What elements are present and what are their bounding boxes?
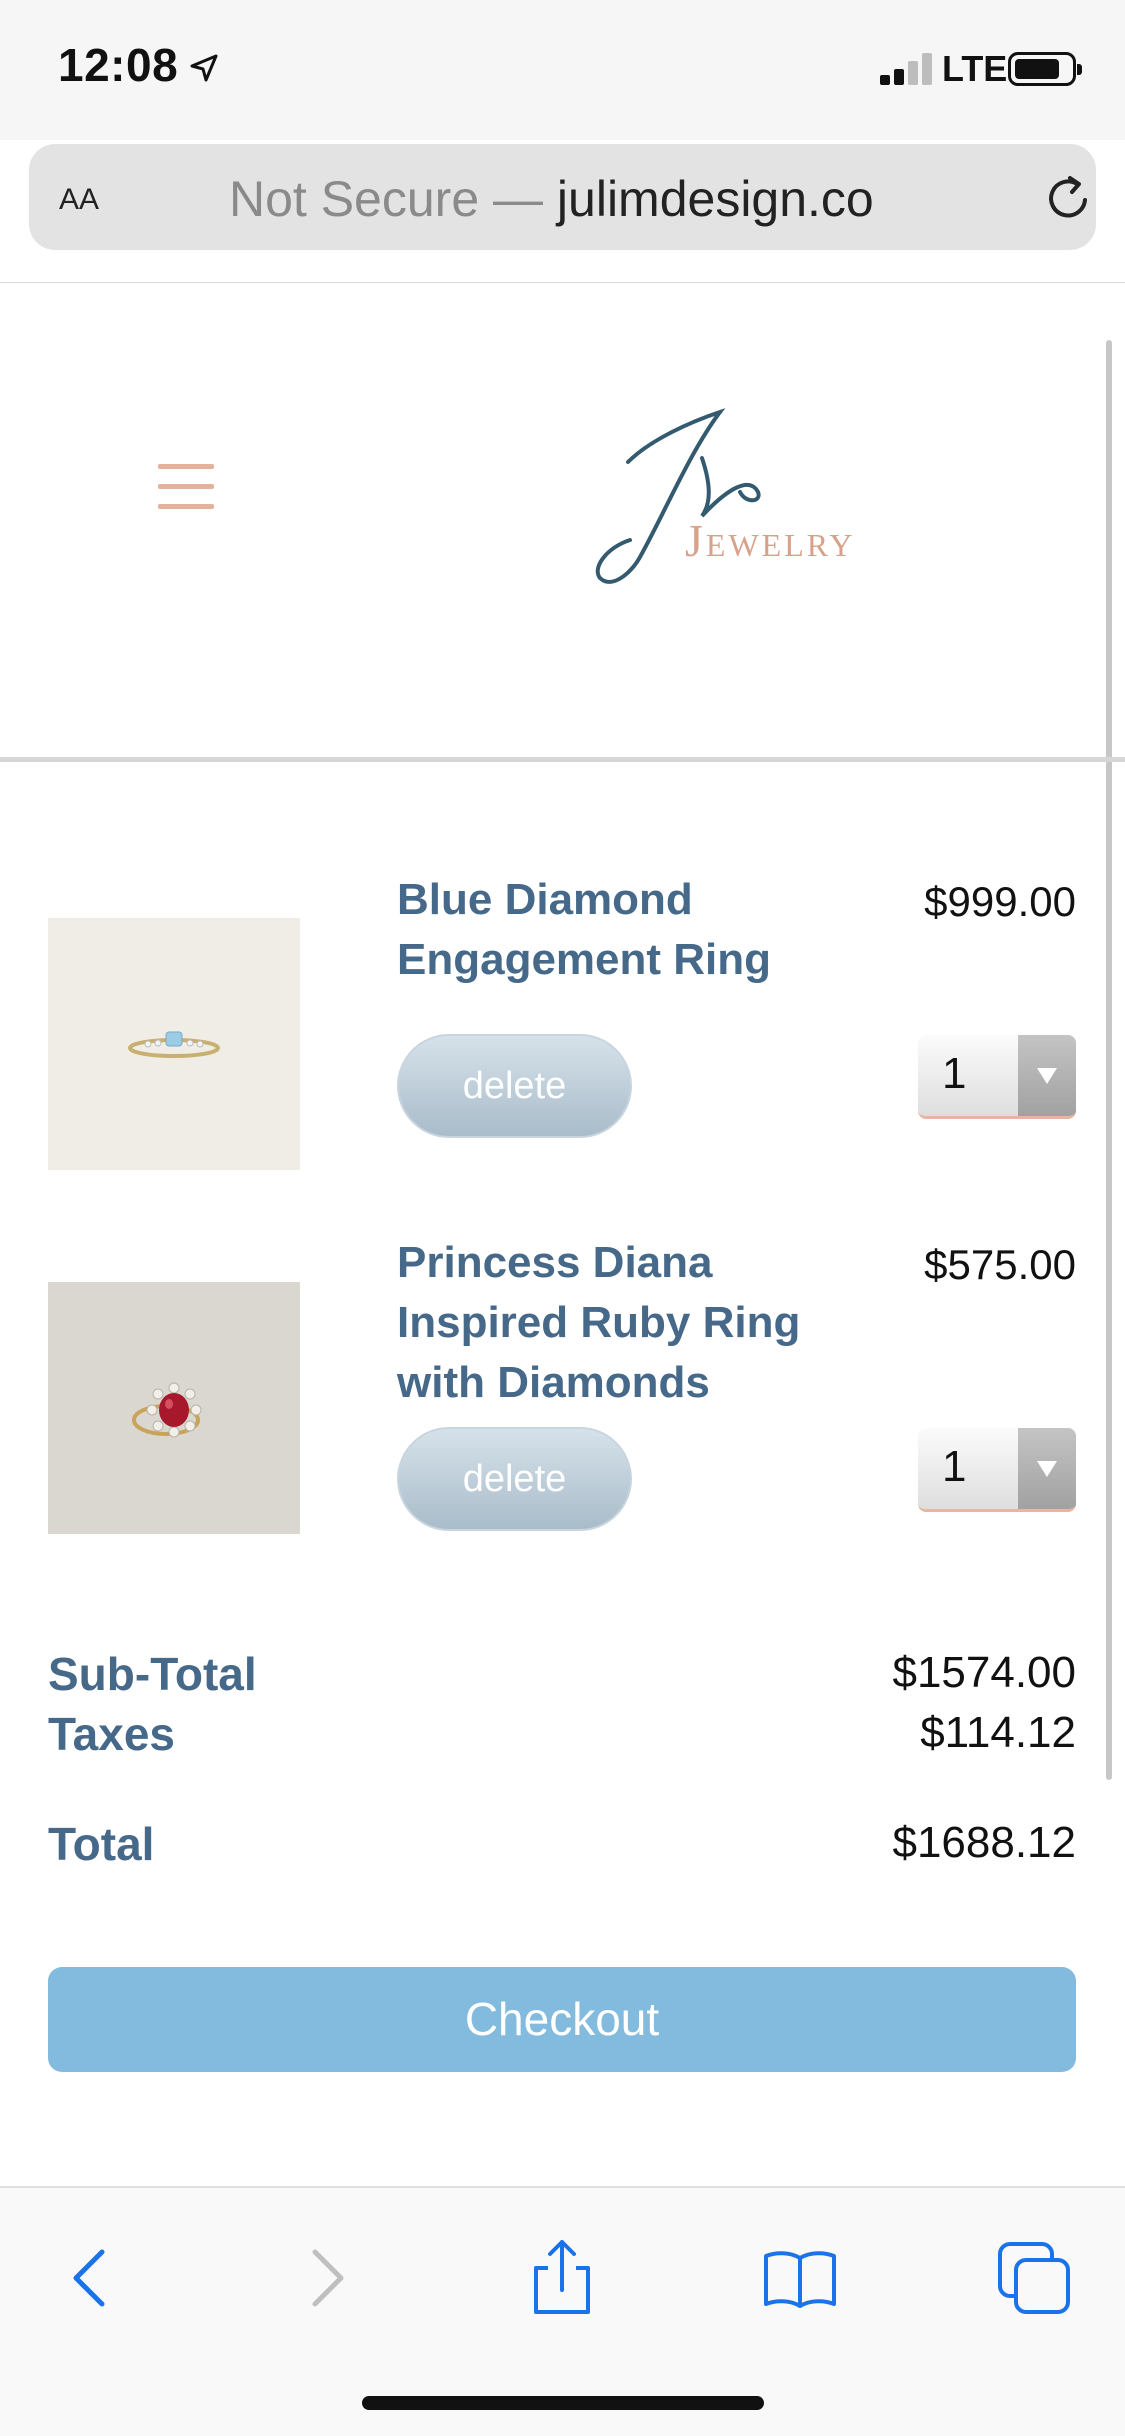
chevron-down-icon — [1018, 1428, 1076, 1509]
header-divider — [0, 757, 1125, 762]
address-bar[interactable]: AA Not Secure — julimdesign.co — [29, 144, 1096, 250]
battery-icon — [1008, 52, 1082, 86]
quantity-value: 1 — [942, 1442, 967, 1491]
quantity-value: 1 — [942, 1049, 967, 1098]
product-price: $999.00 — [924, 878, 1076, 925]
back-icon[interactable] — [52, 2238, 132, 2318]
text-size-button[interactable]: AA — [59, 174, 99, 219]
location-arrow-icon — [190, 54, 218, 82]
ring-ruby-icon — [132, 1382, 202, 1438]
share-icon[interactable] — [522, 2238, 602, 2318]
tabs-icon[interactable] — [994, 2238, 1074, 2318]
bookmarks-icon[interactable] — [760, 2238, 840, 2318]
subtotal-value: $1574.00 — [892, 1648, 1076, 1697]
delete-button[interactable]: delete — [397, 1034, 632, 1138]
quantity-select[interactable]: 1 — [918, 1035, 1076, 1119]
total-value: $1688.12 — [892, 1818, 1076, 1867]
checkout-button[interactable]: Checkout — [48, 1967, 1076, 2072]
security-label: Not Secure — — [229, 171, 544, 227]
product-image-blue-diamond-ring[interactable] — [48, 918, 300, 1170]
forward-icon[interactable] — [285, 2238, 365, 2318]
quantity-select[interactable]: 1 — [918, 1428, 1076, 1512]
brand-logo[interactable]: Jewelry — [570, 392, 920, 597]
logo-text: Jewelry — [685, 515, 856, 566]
url-domain: julimdesign.co — [556, 171, 874, 227]
scrollbar[interactable] — [1106, 340, 1112, 1780]
status-bar: 12:08 LTE — [0, 0, 1125, 140]
browser-divider — [0, 282, 1125, 283]
total-label: Total — [48, 1818, 155, 1870]
hamburger-menu-icon[interactable] — [158, 464, 214, 510]
product-name[interactable]: Blue Diamond Engagement Ring — [397, 870, 867, 990]
network-type: LTE — [942, 48, 1008, 89]
ring-blue-diamond-icon — [128, 1031, 220, 1058]
status-time: 12:08 — [58, 39, 179, 91]
taxes-label: Taxes — [48, 1708, 176, 1760]
product-price: $575.00 — [924, 1241, 1076, 1288]
product-name[interactable]: Princess Diana Inspired Ruby Ring with D… — [397, 1233, 867, 1413]
home-indicator[interactable] — [362, 2396, 764, 2410]
subtotal-label: Sub-Total — [48, 1648, 257, 1700]
chevron-down-icon — [1018, 1035, 1076, 1116]
url-field[interactable]: Not Secure — julimdesign.co — [229, 170, 874, 228]
reload-icon[interactable] — [1041, 170, 1097, 226]
taxes-value: $114.12 — [920, 1708, 1076, 1757]
cellular-signal-icon — [880, 53, 936, 85]
product-image-ruby-ring[interactable] — [48, 1282, 300, 1534]
delete-button[interactable]: delete — [397, 1427, 632, 1531]
text-size-label: AA — [59, 183, 100, 216]
